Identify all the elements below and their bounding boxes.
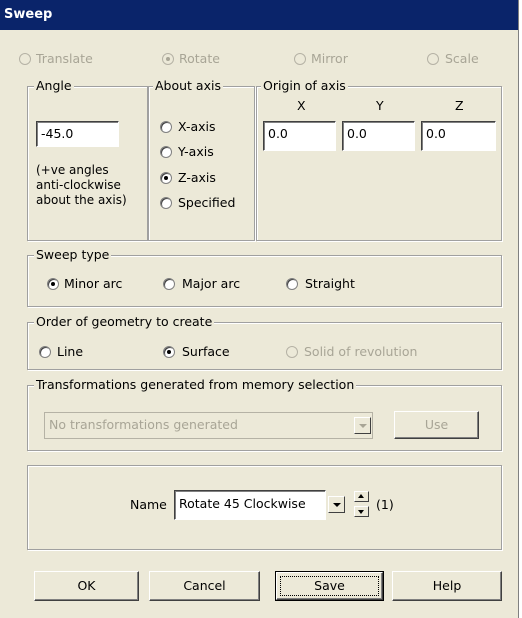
origin-x-label: X xyxy=(297,98,306,113)
y-axis-radio[interactable] xyxy=(160,146,172,158)
line-radio[interactable] xyxy=(39,346,51,358)
sweep-type-legend: Sweep type xyxy=(34,247,112,262)
rotate-radio[interactable] xyxy=(162,53,174,65)
origin-x-input[interactable]: 0.0 xyxy=(263,121,336,151)
transformations-dropdown[interactable]: No transformations generated xyxy=(44,412,373,439)
origin-z-input[interactable]: 0.0 xyxy=(421,121,496,151)
save-button-label: Save xyxy=(314,578,345,593)
straight-label: Straight xyxy=(305,276,355,291)
angle-input[interactable]: -45.0 xyxy=(36,121,119,147)
ok-button[interactable]: OK xyxy=(34,571,139,601)
transformations-legend: Transformations generated from memory se… xyxy=(34,377,357,392)
title-bar: Sweep xyxy=(0,0,518,30)
use-button[interactable]: Use xyxy=(394,411,479,439)
surface-label: Surface xyxy=(182,344,230,359)
help-button[interactable]: Help xyxy=(392,571,502,601)
angle-legend: Angle xyxy=(34,78,74,93)
minor-arc-label: Minor arc xyxy=(64,276,123,291)
z-axis-label: Z-axis xyxy=(178,170,216,185)
name-label: Name xyxy=(130,497,167,512)
straight-radio[interactable] xyxy=(286,278,298,290)
mirror-label: Mirror xyxy=(311,51,348,66)
angle-note-line2: anti-clockwise xyxy=(36,178,121,192)
origin-z-label: Z xyxy=(455,98,464,113)
chevron-up-icon xyxy=(358,494,364,498)
translate-radio[interactable] xyxy=(19,53,31,65)
mirror-radio[interactable] xyxy=(294,53,306,65)
scale-label: Scale xyxy=(445,51,479,66)
minor-arc-radio[interactable] xyxy=(47,278,59,290)
geometry-order-group: Order of geometry to create xyxy=(27,314,502,370)
save-button[interactable]: Save xyxy=(275,571,384,601)
chevron-down-icon xyxy=(333,503,341,507)
specified-label: Specified xyxy=(178,195,236,210)
x-axis-radio[interactable] xyxy=(160,121,172,133)
geometry-order-legend: Order of geometry to create xyxy=(34,314,215,329)
name-dropdown[interactable]: Rotate 45 Clockwise xyxy=(174,490,326,520)
spinner-down-button[interactable] xyxy=(354,506,369,517)
angle-note-line3: about the axis) xyxy=(36,193,127,207)
line-label: Line xyxy=(57,344,84,359)
scale-radio[interactable] xyxy=(427,53,439,65)
x-axis-label: X-axis xyxy=(178,119,216,134)
y-axis-label: Y-axis xyxy=(178,144,214,159)
origin-legend: Origin of axis xyxy=(261,78,348,93)
angle-note-line1: (+ve angles xyxy=(36,163,109,177)
chevron-down-icon xyxy=(358,510,364,514)
origin-y-label: Y xyxy=(376,98,384,113)
rotate-label: Rotate xyxy=(179,51,220,66)
about-axis-legend: About axis xyxy=(153,78,223,93)
cancel-button[interactable]: Cancel xyxy=(149,571,260,601)
translate-label: Translate xyxy=(36,51,93,66)
major-arc-radio[interactable] xyxy=(163,278,175,290)
solid-of-revolution-radio[interactable] xyxy=(286,346,298,358)
sweep-dialog: Sweep Translate Rotate Mirror Scale Angl… xyxy=(0,0,519,618)
specified-radio[interactable] xyxy=(160,197,172,209)
about-axis-group: About axis xyxy=(148,78,255,241)
major-arc-label: Major arc xyxy=(182,276,241,291)
origin-y-input[interactable]: 0.0 xyxy=(342,121,415,151)
z-axis-radio[interactable] xyxy=(160,172,172,184)
solid-of-revolution-label: Solid of revolution xyxy=(304,344,418,359)
surface-radio[interactable] xyxy=(163,346,175,358)
transformations-dropdown-button[interactable] xyxy=(354,417,371,434)
chevron-down-icon xyxy=(359,424,367,428)
name-dropdown-button[interactable] xyxy=(328,496,345,513)
name-count: (1) xyxy=(376,497,394,512)
spinner-up-button[interactable] xyxy=(354,491,369,502)
